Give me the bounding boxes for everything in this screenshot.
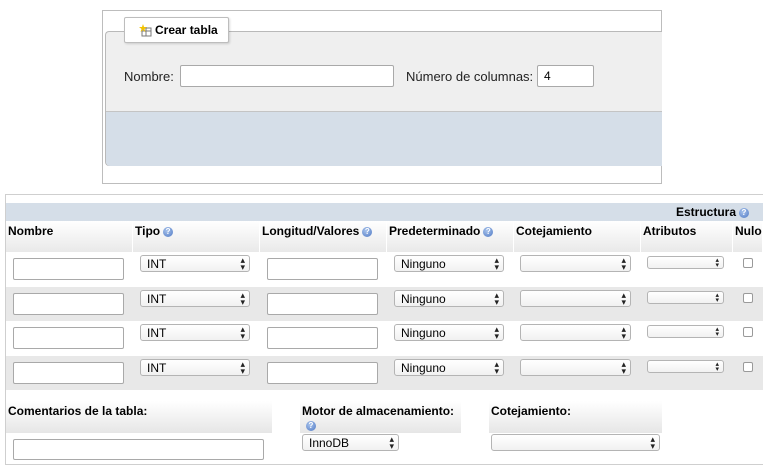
- table-collation-header: Cotejamiento:: [489, 401, 662, 433]
- col-header-type-label: Tipo: [135, 224, 161, 238]
- column-type-select[interactable]: INT ▴ ▾: [140, 255, 250, 272]
- table-collation-label: Cotejamiento:: [491, 404, 572, 418]
- columns-count-input[interactable]: [537, 65, 594, 87]
- column-default-select[interactable]: Ninguno ▴ ▾: [394, 255, 504, 272]
- select-arrows-icon: ▴ ▾: [650, 434, 655, 451]
- table-comments-label: Comentarios de la tabla:: [8, 404, 148, 418]
- column-type-select[interactable]: INT ▴ ▾: [140, 359, 250, 376]
- select-arrows-icon: ▴ ▾: [715, 292, 719, 304]
- col-header-attributes: Atributos: [641, 221, 733, 252]
- storage-engine-header: Motor de almacenamiento:?: [300, 401, 461, 433]
- column-null-checkbox[interactable]: [743, 327, 753, 337]
- help-icon[interactable]: ?: [306, 420, 316, 431]
- help-icon[interactable]: ?: [739, 207, 749, 218]
- select-arrows-icon: ▴ ▾: [494, 255, 499, 272]
- table-comments-header: Comentarios de la tabla:: [6, 401, 272, 433]
- structure-title-text: Estructura: [675, 205, 736, 219]
- column-collation-select[interactable]: ▴ ▾: [520, 359, 631, 376]
- create-table-legend: Crear tabla: [124, 17, 229, 43]
- select-arrows-icon: ▴ ▾: [240, 324, 245, 341]
- select-arrows-icon: ▴ ▾: [621, 359, 626, 376]
- column-type-select[interactable]: INT ▴ ▾: [140, 324, 250, 341]
- table-name-label: Nombre:: [124, 69, 174, 84]
- col-header-null-label: Nulo: [735, 224, 762, 238]
- column-attributes-select[interactable]: ▴ ▾: [647, 360, 724, 373]
- column-collation-select[interactable]: ▴ ▾: [520, 255, 631, 272]
- column-length-input[interactable]: [267, 258, 378, 280]
- select-arrows-icon: ▴ ▾: [621, 290, 626, 307]
- select-arrows-icon: ▴ ▾: [494, 290, 499, 307]
- create-table-footer-bar: [106, 111, 662, 166]
- column-attributes-select[interactable]: ▴ ▾: [647, 256, 724, 269]
- select-arrows-icon: ▴ ▾: [240, 359, 245, 376]
- table-name-input[interactable]: [180, 65, 394, 87]
- column-length-input[interactable]: [267, 362, 378, 384]
- column-type-select[interactable]: INT ▴ ▾: [140, 290, 250, 307]
- storage-engine-value: InnoDB: [309, 436, 350, 450]
- col-header-attributes-label: Atributos: [643, 224, 697, 238]
- select-arrows-icon: ▴ ▾: [240, 255, 245, 272]
- col-header-name: Nombre: [6, 221, 133, 252]
- select-arrows-icon: ▴ ▾: [715, 326, 719, 338]
- col-header-default: Predeterminado?: [387, 221, 514, 252]
- col-header-type: Tipo?: [133, 221, 260, 252]
- column-type-value: INT: [147, 257, 167, 271]
- column-length-input[interactable]: [267, 327, 378, 349]
- column-name-input[interactable]: [13, 327, 124, 349]
- create-table-title: Crear tabla: [155, 23, 218, 37]
- col-header-length-label: Longitud/Valores: [262, 224, 360, 238]
- column-type-value: INT: [147, 326, 167, 340]
- column-default-value: Ninguno: [401, 292, 446, 306]
- column-null-checkbox[interactable]: [743, 258, 753, 268]
- column-null-checkbox[interactable]: [743, 362, 753, 372]
- help-icon[interactable]: ?: [483, 226, 494, 237]
- structure-title: Estructura?: [676, 205, 749, 219]
- column-default-value: Ninguno: [401, 361, 446, 375]
- help-icon[interactable]: ?: [163, 226, 174, 237]
- select-arrows-icon: ▴ ▾: [494, 324, 499, 341]
- col-header-collation: Cotejamiento: [514, 221, 641, 252]
- column-null-checkbox[interactable]: [743, 293, 753, 303]
- col-header-length: Longitud/Valores?: [260, 221, 387, 252]
- select-arrows-icon: ▴ ▾: [715, 257, 719, 269]
- column-attributes-select[interactable]: ▴ ▾: [647, 291, 724, 304]
- select-arrows-icon: ▴ ▾: [715, 361, 719, 373]
- new-table-icon: [139, 23, 152, 37]
- col-header-name-label: Nombre: [8, 224, 54, 238]
- select-arrows-icon: ▴ ▾: [240, 290, 245, 307]
- column-name-input[interactable]: [13, 258, 124, 280]
- columns-count-label: Número de columnas:: [406, 69, 534, 84]
- col-header-null: Nulo: [733, 221, 763, 252]
- column-collation-select[interactable]: ▴ ▾: [520, 324, 631, 341]
- table-comments-input[interactable]: [13, 439, 264, 460]
- column-default-select[interactable]: Ninguno ▴ ▾: [394, 359, 504, 376]
- column-default-select[interactable]: Ninguno ▴ ▾: [394, 290, 504, 307]
- column-collation-select[interactable]: ▴ ▾: [520, 290, 631, 307]
- select-arrows-icon: ▴ ▾: [389, 434, 394, 451]
- column-type-value: INT: [147, 361, 167, 375]
- storage-engine-label: Motor de almacenamiento:: [302, 404, 455, 418]
- structure-header-bar: [6, 203, 763, 221]
- table-collation-select[interactable]: ▴ ▾: [491, 434, 660, 451]
- storage-engine-select[interactable]: InnoDB ▴ ▾: [302, 434, 399, 451]
- select-arrows-icon: ▴ ▾: [621, 324, 626, 341]
- column-name-input[interactable]: [13, 362, 124, 384]
- column-name-input[interactable]: [13, 293, 124, 315]
- column-type-value: INT: [147, 292, 167, 306]
- column-default-value: Ninguno: [401, 257, 446, 271]
- select-arrows-icon: ▴ ▾: [494, 359, 499, 376]
- column-default-select[interactable]: Ninguno ▴ ▾: [394, 324, 504, 341]
- col-header-default-label: Predeterminado: [389, 224, 481, 238]
- help-icon[interactable]: ?: [362, 226, 373, 237]
- col-header-collation-label: Cotejamiento: [516, 224, 593, 238]
- column-attributes-select[interactable]: ▴ ▾: [647, 325, 724, 338]
- column-length-input[interactable]: [267, 293, 378, 315]
- select-arrows-icon: ▴ ▾: [621, 255, 626, 272]
- column-default-value: Ninguno: [401, 326, 446, 340]
